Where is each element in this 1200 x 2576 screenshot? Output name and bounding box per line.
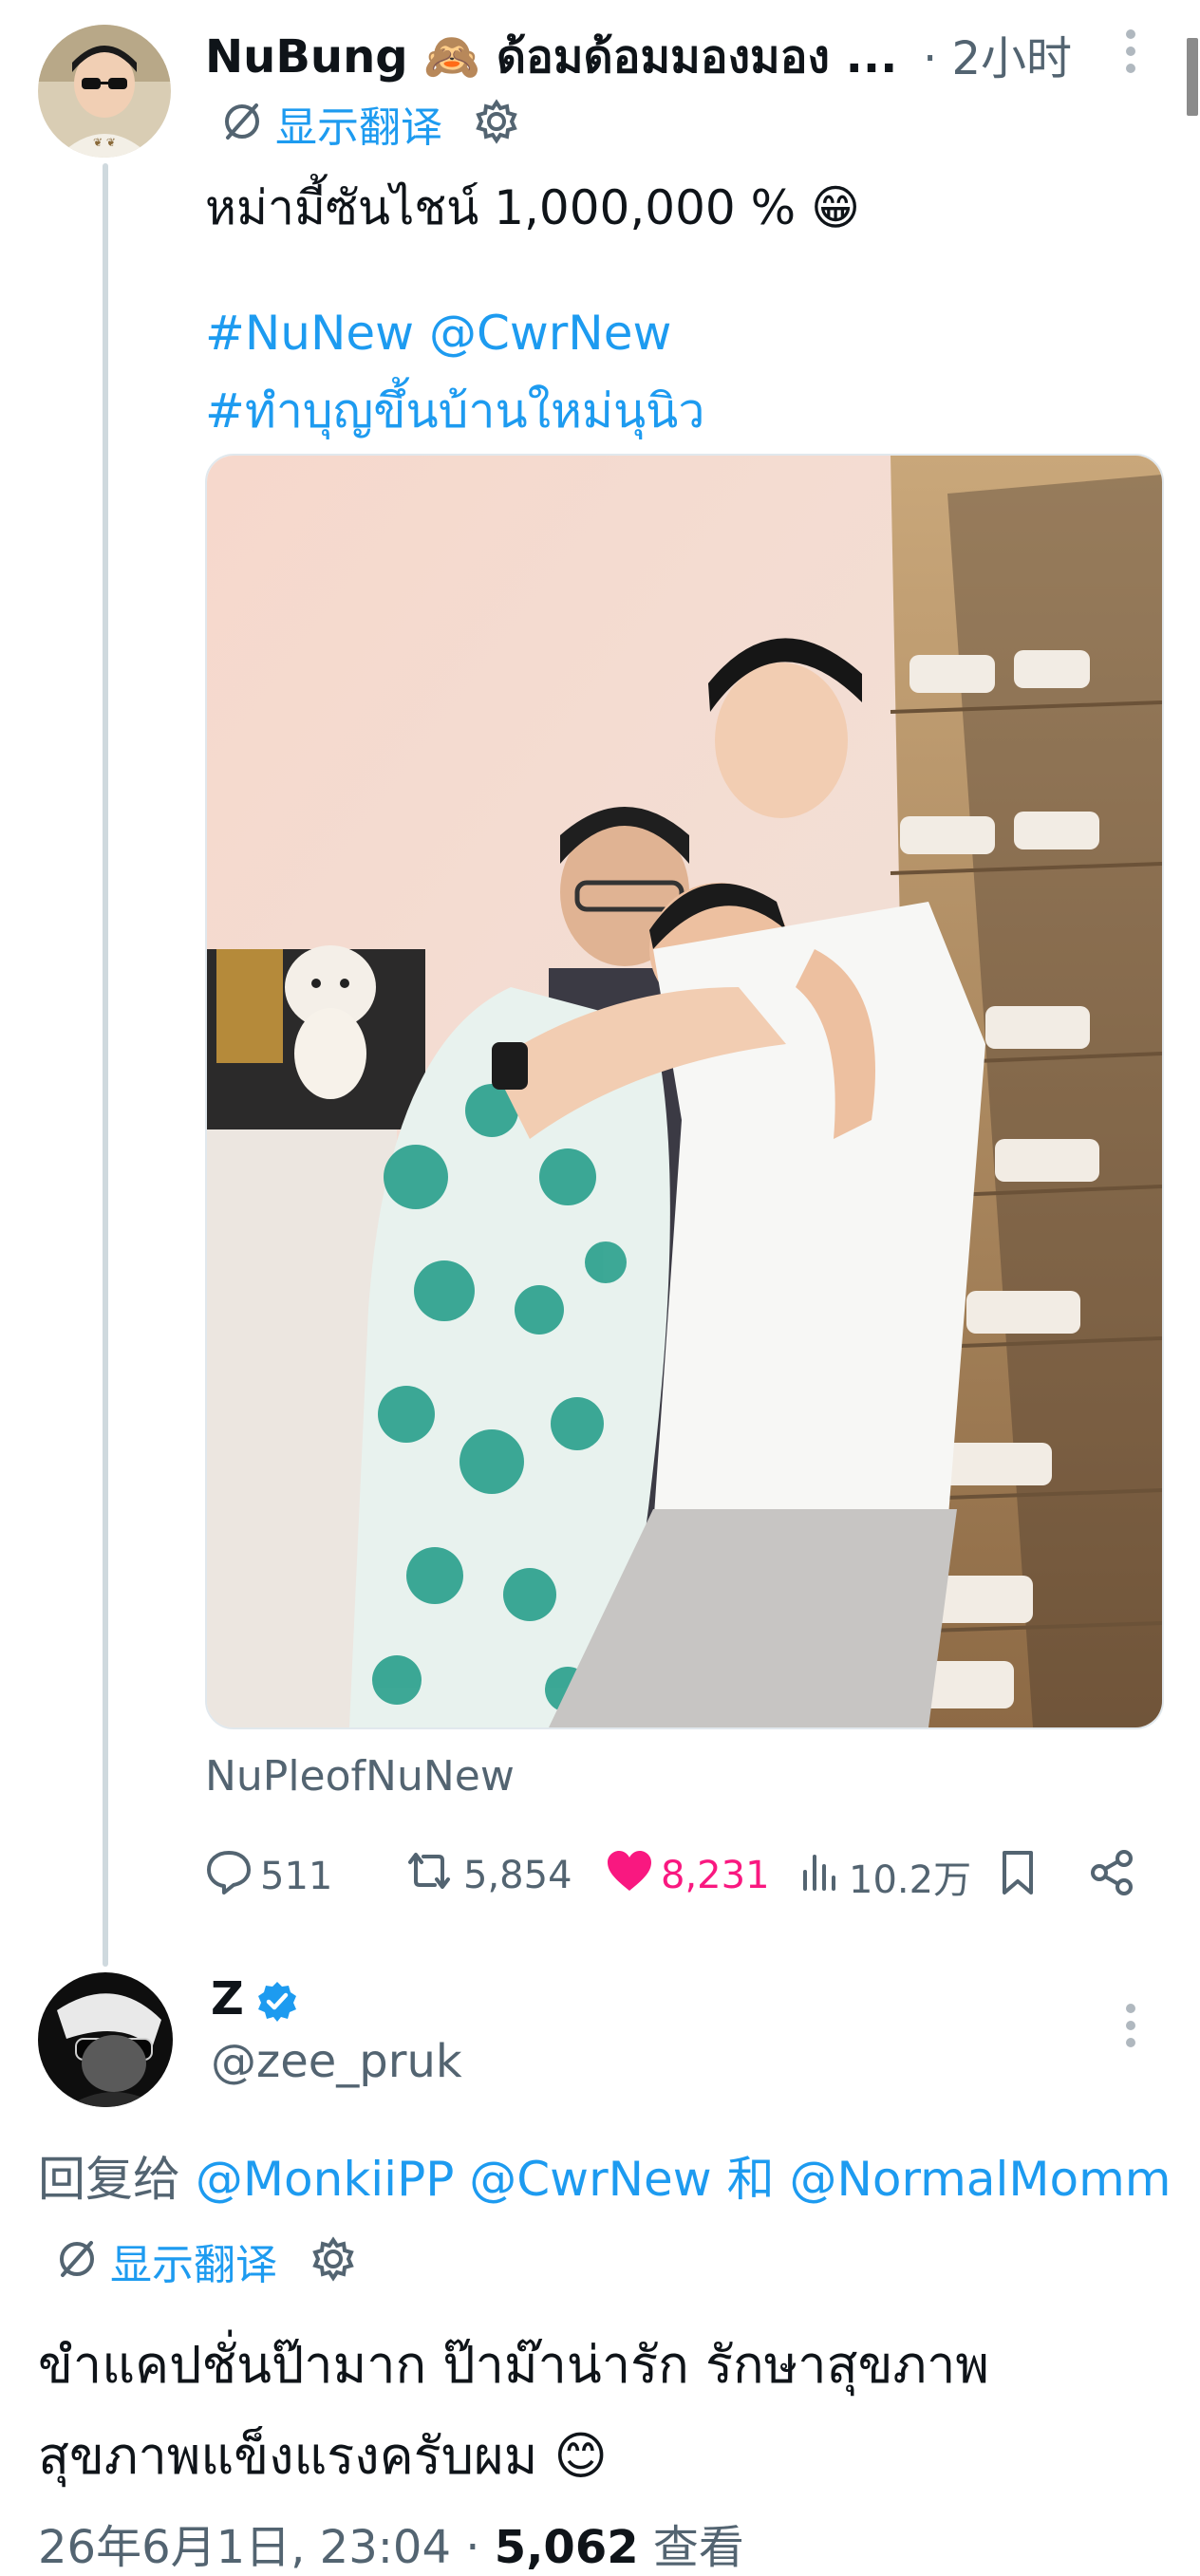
reply-show-translation-row[interactable]: 显示翻译	[55, 2231, 357, 2291]
retweet-count: 5,854	[463, 1854, 572, 1897]
tweet-photo[interactable]	[205, 454, 1164, 1729]
reply-text-line-2: สุขภาพแข็งแรงครับผม 😊	[38, 2426, 608, 2486]
heart-filled-icon	[606, 1849, 661, 1902]
reply-translation-settings-gear-icon[interactable]	[309, 2235, 357, 2287]
tweet-hashtags-mentions[interactable]: #NuNew @CwrNew	[205, 306, 671, 361]
thread-connector-line	[103, 163, 108, 1967]
reply-views-count: 5,062	[494, 2521, 639, 2574]
bookmark-icon[interactable]	[997, 1849, 1039, 1900]
reply-text-line-1: ขำแคปชั่นป๊ามาก ป๊าม๊าน่ารัก รักษาสุขภาพ	[38, 2335, 990, 2395]
reply-timestamp[interactable]: 26年6月1日, 23:04 ·	[38, 2521, 480, 2574]
reply-author-avatar[interactable]	[38, 1972, 173, 2107]
like-action[interactable]: 8,231	[606, 1849, 770, 1902]
media-source-label[interactable]: NuPleofNuNew	[205, 1752, 515, 1801]
share-icon[interactable]	[1088, 1849, 1135, 1900]
scrollbar-thumb[interactable]	[1187, 38, 1198, 116]
reply-views-label: 查看	[652, 2521, 744, 2574]
show-translation-link[interactable]: 显示翻译	[275, 93, 442, 154]
author-name[interactable]: NuBung 🙈 ด้อมด้อมมองมอง ...	[205, 21, 897, 93]
like-count: 8,231	[661, 1854, 770, 1897]
views-action[interactable]: 10.2万	[799, 1849, 971, 1904]
tweet-timestamp[interactable]: · 2小时	[923, 21, 1072, 87]
verified-badge-icon	[256, 1980, 298, 2025]
author-avatar[interactable]: ❦ ❦	[38, 25, 171, 158]
reply-show-translation-link[interactable]: 显示翻译	[110, 2231, 277, 2291]
reply-action[interactable]: 511	[205, 1849, 332, 1904]
reply-bubble-icon	[205, 1849, 260, 1904]
translate-slash-icon	[220, 100, 264, 147]
reply-author-name[interactable]: Z	[211, 1972, 244, 2025]
tweet-text: หม่ามี้ซันไชน์ 1,000,000 % 😁	[205, 180, 861, 235]
reply-author-handle[interactable]: @zee_pruk	[211, 2035, 462, 2088]
replying-to-line: 回复给 @MonkiiPP @CwrNew 和 @NormalMomm	[38, 2141, 1172, 2210]
translation-settings-gear-icon[interactable]	[473, 98, 520, 149]
retweet-action[interactable]: 5,854	[403, 1849, 572, 1902]
svg-text:❦ ❦: ❦ ❦	[93, 136, 116, 149]
bar-chart-icon	[799, 1851, 849, 1902]
reply-more-options-icon[interactable]	[1116, 2001, 1145, 2054]
more-options-icon[interactable]	[1116, 27, 1145, 80]
tweet-hashtag-thai[interactable]: #ทำบุญขึ้นบ้านใหม่นุนิว	[205, 374, 704, 449]
replying-to-prefix: 回复给	[38, 2152, 180, 2207]
views-count: 10.2万	[849, 1858, 972, 1902]
replying-to-mentions[interactable]: @MonkiiPP @CwrNew 和 @NormalMomm	[196, 2152, 1172, 2207]
reply-meta-line: 26年6月1日, 23:04 · 5,062 查看	[38, 2510, 744, 2576]
retweet-icon	[403, 1849, 463, 1902]
reply-count: 511	[260, 1855, 333, 1898]
show-translation-row[interactable]: 显示翻译	[220, 93, 520, 154]
translate-slash-icon	[55, 2237, 99, 2285]
